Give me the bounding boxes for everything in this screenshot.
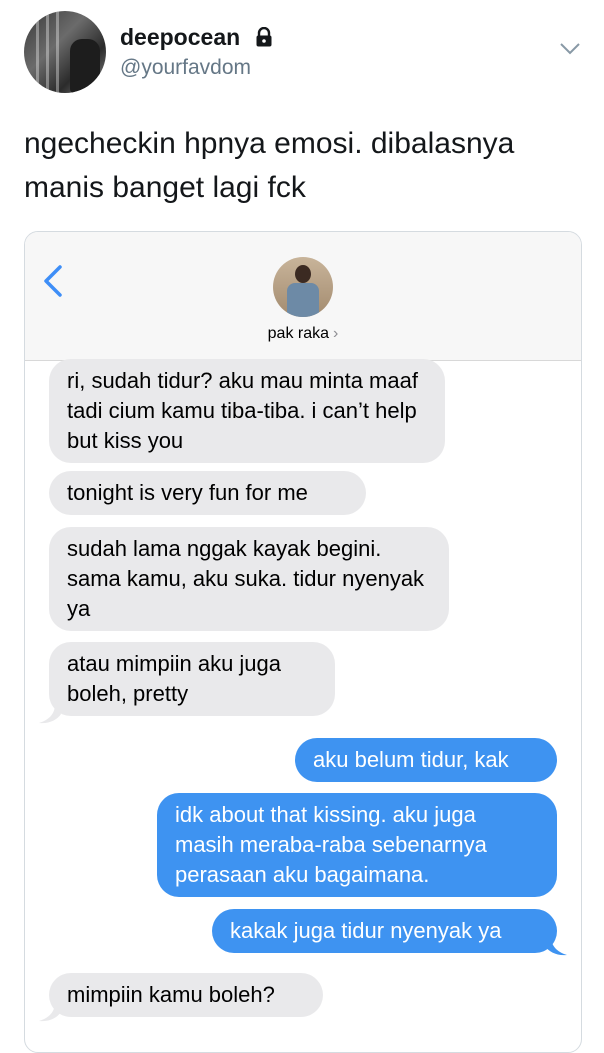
- attached-image[interactable]: pak raka › ri, sudah tidur? aku mau minta…: [24, 231, 582, 1053]
- contact-name-label: pak raka: [267, 325, 330, 342]
- message-bubble: tonight is very fun for me: [49, 471, 366, 515]
- contact-name[interactable]: pak raka ›: [25, 325, 581, 343]
- contact-avatar[interactable]: [273, 257, 333, 317]
- imessage-header: pak raka ›: [25, 232, 581, 361]
- profile-avatar[interactable]: [24, 11, 106, 93]
- tweet-text: ngecheckin hpnya emosi. dibalasnya manis…: [24, 127, 515, 204]
- message-bubble: atau mimpiin aku juga boleh, pretty: [49, 642, 335, 716]
- bubble-tail: [39, 704, 61, 724]
- message-bubble: sudah lama nggak kayak begini. sama kamu…: [49, 527, 449, 631]
- avatar-figure: [70, 39, 100, 93]
- lock-icon: [256, 27, 272, 47]
- chevron-right-icon: ›: [333, 325, 339, 342]
- display-name[interactable]: deepocean: [120, 24, 240, 51]
- bubble-tail: [39, 1002, 61, 1022]
- message-bubble: aku belum tidur, kak: [295, 738, 557, 782]
- bubble-tail: [545, 936, 567, 956]
- chevron-down-icon[interactable]: [559, 42, 581, 56]
- user-handle[interactable]: @yourfavdom: [120, 56, 251, 80]
- message-bubble: mimpiin kamu boleh?: [49, 973, 323, 1017]
- message-bubble: kakak juga tidur nyenyak ya: [212, 909, 557, 953]
- back-icon[interactable]: [41, 264, 65, 298]
- message-bubble: idk about that kissing. aku juga masih m…: [157, 793, 557, 897]
- message-bubble: ri, sudah tidur? aku mau minta maaf tadi…: [49, 359, 445, 463]
